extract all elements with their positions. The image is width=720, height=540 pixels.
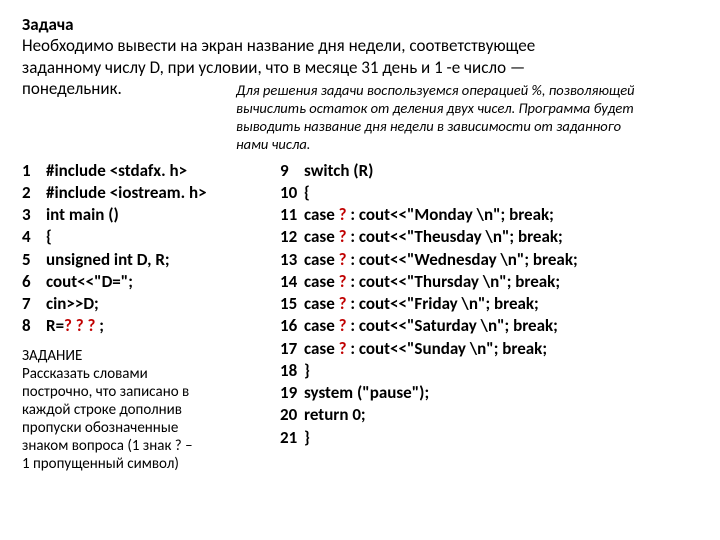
code-frag: ; <box>95 315 104 336</box>
code-line-case: 15case ? : cout<<"Friday \n"; break; <box>280 293 698 314</box>
code-text: } <box>304 360 310 381</box>
assignment-l4: пропуски обозначенные <box>22 419 258 437</box>
line-number: 5 <box>22 249 46 270</box>
line-number: 6 <box>22 271 46 292</box>
assignment-heading: ЗАДАНИЕ <box>22 347 258 365</box>
code-text: cin>>D; <box>46 293 99 314</box>
assignment-l1: Рассказать словами <box>22 365 258 383</box>
code-line-case: 11case ? : cout<<"Monday \n"; break; <box>280 204 698 225</box>
code-line: 3int main () <box>22 204 258 225</box>
line-number: 17 <box>280 338 304 359</box>
blank-placeholder: ? ? ? <box>64 315 95 336</box>
hint-text: Для решения задачи воспользуемся операци… <box>236 81 698 154</box>
code-line-8: 8 R=? ? ? ; <box>22 315 258 336</box>
code-text: case ? : cout<<"Friday \n"; break; <box>304 293 539 314</box>
hint-l3: выводить название дня недели в зависимос… <box>236 117 621 135</box>
code-line: 4{ <box>22 226 258 247</box>
code-line: 20return 0; <box>280 404 698 425</box>
assignment-l2: построчно, что записано в <box>22 383 258 401</box>
code-line-10: 10 { <box>280 182 698 203</box>
code-line: 1#include <stdafx. h> <box>22 160 258 181</box>
line-number: 21 <box>280 427 304 448</box>
line-number: 1 <box>22 160 46 181</box>
code-text: cout<<"D="; <box>46 271 133 292</box>
line-number: 14 <box>280 271 304 292</box>
right-column: 9 switch (R) 10 { 11case ? : cout<<"Mond… <box>280 160 698 449</box>
code-frag: R= <box>46 315 64 336</box>
right-tail-block: 18}19system ("pause");20return 0;21} <box>280 360 698 448</box>
assignment-block: ЗАДАНИЕ Рассказать словами построчно, чт… <box>22 347 258 473</box>
line-number: 3 <box>22 204 46 225</box>
code-text: case ? : cout<<"Saturday \n"; break; <box>304 315 558 336</box>
code-line-case: 13case ? : cout<<"Wednesday \n"; break; <box>280 249 698 270</box>
code-line-case: 17case ? : cout<<"Sunday \n"; break; <box>280 338 698 359</box>
code-text: unsigned int D, R; <box>46 249 170 270</box>
line-number: 7 <box>22 293 46 314</box>
code-text: case ? : cout<<"Monday \n"; break; <box>304 204 554 225</box>
task-line2: заданному числу D, при условии, что в ме… <box>22 57 525 78</box>
code-line: 21} <box>280 427 698 448</box>
line-number: 15 <box>280 293 304 314</box>
left-column: 1#include <stdafx. h>2#include <iostream… <box>22 160 258 473</box>
cases-block: 11case ? : cout<<"Monday \n"; break;12ca… <box>280 204 698 359</box>
hint-l2: вычислить остаток от деления двух чисел.… <box>236 99 634 117</box>
code-line: 7cin>>D; <box>22 293 258 314</box>
hint-l1: Для решения задачи воспользуемся операци… <box>236 81 635 99</box>
code-text: } <box>304 427 310 448</box>
code-text: #include <iostream. h> <box>46 182 207 203</box>
task-line1: Необходимо вывести на экран название дня… <box>22 35 535 56</box>
left-code-block: 1#include <stdafx. h>2#include <iostream… <box>22 160 258 315</box>
line-number: 18 <box>280 360 304 381</box>
line-number: 12 <box>280 226 304 247</box>
line-number: 16 <box>280 315 304 336</box>
line-number: 20 <box>280 404 304 425</box>
code-columns: 1#include <stdafx. h>2#include <iostream… <box>22 160 698 473</box>
code-line: 18} <box>280 360 698 381</box>
code-text: { <box>304 182 310 203</box>
task-line3: понедельник. <box>22 78 122 99</box>
line-number: 19 <box>280 382 304 403</box>
code-line-9: 9 switch (R) <box>280 160 698 181</box>
code-text: case ? : cout<<"Sunday \n"; break; <box>304 338 547 359</box>
line-number: 4 <box>22 226 46 247</box>
code-text: system ("pause"); <box>304 382 429 403</box>
code-line: 2#include <iostream. h> <box>22 182 258 203</box>
code-line-case: 12case ? : cout<<"Theusday \n"; break; <box>280 226 698 247</box>
line-number: 11 <box>280 204 304 225</box>
code-text: int main () <box>46 204 119 225</box>
assignment-l3: каждой строке дополнив <box>22 401 258 419</box>
assignment-l5: знаком вопроса (1 знак ? – <box>22 437 258 455</box>
code-text: { <box>46 226 52 247</box>
line-number: 9 <box>280 160 304 181</box>
line-number: 13 <box>280 249 304 270</box>
code-text: #include <stdafx. h> <box>46 160 187 181</box>
task-heading: Задача <box>22 14 698 35</box>
line-number: 2 <box>22 182 46 203</box>
code-line: 19system ("pause"); <box>280 382 698 403</box>
hint-l4: нами числа. <box>236 135 310 153</box>
code-text: case ? : cout<<"Wednesday \n"; break; <box>304 249 578 270</box>
code-text: R=? ? ? ; <box>46 315 104 336</box>
code-line: 6cout<<"D="; <box>22 271 258 292</box>
line-number: 10 <box>280 182 304 203</box>
assignment-l6: 1 пропущенный символ) <box>22 455 258 473</box>
code-line-case: 14case ? : cout<<"Thursday \n"; break; <box>280 271 698 292</box>
line-number: 8 <box>22 315 46 336</box>
code-text: case ? : cout<<"Thursday \n"; break; <box>304 271 560 292</box>
code-text: return 0; <box>304 404 366 425</box>
code-text: switch (R) <box>304 160 373 181</box>
code-line: 5unsigned int D, R; <box>22 249 258 270</box>
code-line-case: 16case ? : cout<<"Saturday \n"; break; <box>280 315 698 336</box>
code-text: case ? : cout<<"Theusday \n"; break; <box>304 226 563 247</box>
